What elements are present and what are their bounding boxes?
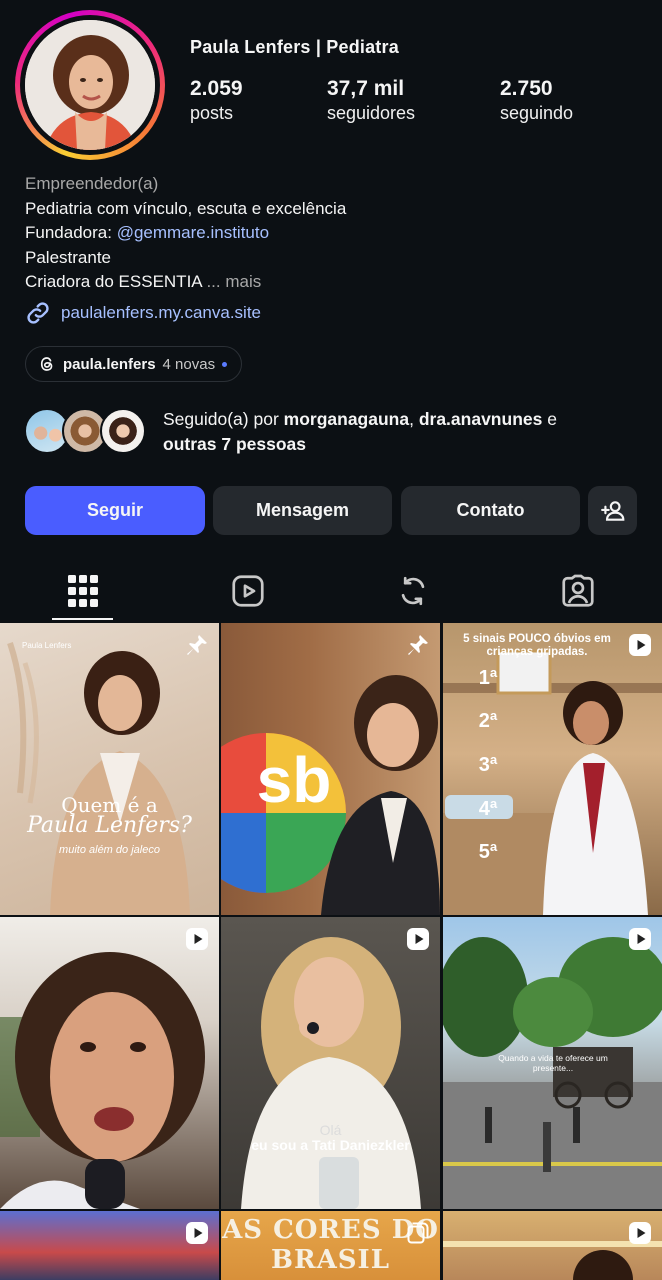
threads-icon [40,357,53,371]
suggest-users-button[interactable] [588,486,637,535]
post-thumbnail[interactable] [443,1211,662,1280]
reel-icon [186,1222,208,1244]
reels-icon [231,575,264,607]
post-logo-text: sb [256,744,332,816]
website-link-text: paulalenfers.my.canva.site [61,303,262,322]
reel-icon [629,928,651,950]
link-icon [27,302,49,324]
following-label: seguindo [500,103,574,123]
follow-button[interactable]: Seguir [25,486,205,535]
post-title: 5 sinais POUCO óbvios em crianças gripad… [463,633,611,658]
mutual-follower-name: dra.anavnunes [418,409,543,429]
post-thumbnail[interactable] [0,917,219,1209]
followed-by-and: e [542,409,557,429]
following-stat[interactable]: 2.750 seguindo [500,77,573,124]
pinned-badge [185,633,209,662]
profile-name: Paula Lenfers | Pediatra [190,37,399,57]
threads-badge[interactable]: paula.lenfers 4 novas [25,346,243,382]
bio-more-button[interactable]: ... mais [206,272,261,291]
pin-icon [408,635,428,655]
reel-badge [628,1221,652,1250]
profile-avatar[interactable] [25,20,155,150]
followed-by-prefix: Seguido(a) por [163,409,284,429]
grid-icon [67,575,98,607]
followers-stat[interactable]: 37,7 mil seguidores [327,77,415,124]
post-thumbnail[interactable]: Quando a vida te oferece um presente... [443,917,662,1209]
reel-icon [629,634,651,656]
post-thumbnail[interactable]: AS CORES DO BRASIL [221,1211,440,1280]
reel-badge [406,927,430,956]
followed-by-separator: , [409,409,419,429]
bio-line: Palestrante [25,247,111,267]
mutual-followers-avatars[interactable] [24,408,146,454]
website-link[interactable]: paulalenfers.my.canva.site [25,300,261,326]
video-caption: Olá [319,1122,342,1138]
active-tab-indicator [52,618,113,620]
profile-tabs [0,560,662,622]
threads-handle: paula.lenfers [63,355,156,373]
story-ring[interactable] [15,10,165,160]
new-indicator-dot [222,361,228,367]
post-subtitle: muito além do jaleco [59,844,160,856]
reel-badge [185,927,209,956]
reel-badge [628,633,652,662]
reel-icon [407,928,429,950]
message-button[interactable]: Mensagem [213,486,392,535]
post-thumbnail[interactable]: sb [221,623,440,915]
posts-label: posts [190,103,234,123]
carousel-badge [406,1221,430,1250]
post-thumbnail[interactable]: Olá eu sou a Tati Daniezkler [221,917,440,1209]
rank-label: 3ª [478,754,498,776]
add-person-icon [600,500,624,521]
post-thumbnail[interactable]: Paula Lenfers Quem é a Paula Lenfers? mu… [0,623,219,915]
followers-count: 37,7 mil [327,77,405,100]
reel-icon [629,1222,651,1244]
reel-badge [185,1221,209,1250]
posts-stat[interactable]: 2.059 posts [190,77,243,124]
following-count: 2.750 [500,77,553,100]
rank-label: 4ª [478,798,498,820]
tagged-icon [561,574,594,607]
mutual-follower-avatar [100,408,146,454]
tab-posts-grid[interactable] [0,560,165,622]
reel-badge [628,927,652,956]
bio-line: Pediatria com vínculo, escuta e excelênc… [25,198,347,218]
posts-count: 2.059 [190,77,243,100]
profile-category: Empreendedor(a) [25,174,159,193]
tab-tagged[interactable] [495,560,660,622]
rank-label: 2ª [478,710,498,732]
video-caption: eu sou a Tati Daniezkler [251,1137,410,1153]
threads-new-count: 4 novas [162,355,216,373]
mutual-follower-name: morganagauna [283,409,410,429]
carousel-icon [407,1222,429,1244]
pin-icon [187,635,207,655]
post-title: Paula Lenfers? [27,813,192,838]
tab-reels[interactable] [165,560,330,622]
followers-label: seguidores [327,103,416,123]
rank-label: 1ª [478,667,498,689]
reposts-icon [401,576,424,606]
bio-line-last: Criadora do ESSENTIA ... mais [25,270,346,295]
bio-line: Criadora do ESSENTIA [25,272,202,292]
post-thumbnail[interactable] [0,1211,219,1280]
contact-button[interactable]: Contato [401,486,580,535]
bio-founder-prefix: Fundadora: [25,223,117,243]
bio: Empreendedor(a) Pediatria com vínculo, e… [25,172,346,295]
bio-founder-line: Fundadora: @gemmare.instituto [25,221,346,246]
mutual-followers-text[interactable]: Seguido(a) por morganagauna, dra.anavnun… [163,407,633,457]
reel-icon [186,928,208,950]
mutual-followers-others: outras 7 pessoas [163,434,306,454]
post-thumbnail[interactable]: 5 sinais POUCO óbvios em crianças gripad… [443,623,662,915]
tab-reposts[interactable] [330,560,495,622]
video-caption: Quando a vida te oferece um presente... [498,1053,608,1073]
founder-mention-link[interactable]: @gemmare.instituto [117,223,269,242]
pinned-badge [406,633,430,662]
rank-label: 5ª [478,841,498,863]
